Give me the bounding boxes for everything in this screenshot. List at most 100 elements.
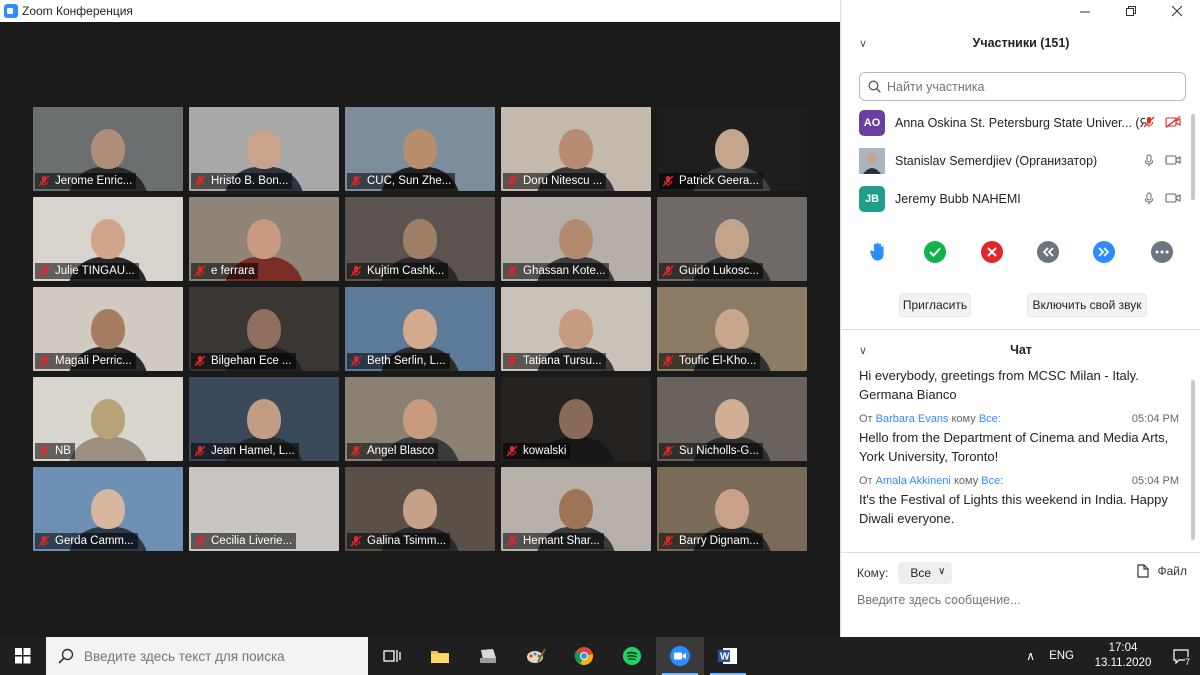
video-tile[interactable]: Bilgehan Ece ...: [189, 287, 339, 371]
video-tile[interactable]: Angel Blasco: [345, 377, 495, 461]
participant-name-label: Toufic El-Kho...: [659, 353, 761, 369]
video-tile[interactable]: Magali Perric...: [33, 287, 183, 371]
video-tile[interactable]: Kujtim Cashk...: [345, 197, 495, 281]
participant-video: [247, 219, 281, 259]
svg-text:W: W: [720, 652, 730, 663]
participant-video: [715, 219, 749, 259]
recipient-name[interactable]: Все:: [979, 413, 1001, 425]
video-tile[interactable]: Barry Dignam...: [657, 467, 807, 551]
restore-button[interactable]: [1108, 0, 1154, 22]
invite-button[interactable]: Пригласить: [899, 293, 971, 317]
scrollbar-thumb[interactable]: [1191, 114, 1195, 200]
yes-button[interactable]: [924, 241, 946, 263]
side-panel: ∨ Участники (151) AO Anna Oskina St. Pete…: [840, 0, 1200, 637]
to-label: кому: [951, 413, 976, 425]
video-tile[interactable]: Beth Serlin, L...: [345, 287, 495, 371]
minimize-button[interactable]: [1062, 0, 1108, 22]
file-explorer-button[interactable]: [416, 637, 464, 675]
muted-mic-icon: [662, 265, 674, 277]
participant-search-input[interactable]: [887, 79, 1177, 94]
participant-video: [715, 309, 749, 349]
clock-time: 17:04: [1108, 642, 1138, 654]
clock[interactable]: 17:04 13.11.2020: [1084, 641, 1162, 671]
zoom-taskbar-button[interactable]: [656, 637, 704, 675]
video-tile[interactable]: Guido Lukosc...: [657, 197, 807, 281]
no-button[interactable]: [981, 241, 1003, 263]
participant-name: Tatiana Tursu...: [523, 355, 602, 367]
participant-name: Hemant Shar...: [523, 535, 600, 547]
participant-name-label: kowalski: [503, 443, 571, 459]
video-tile[interactable]: kowalski: [501, 377, 651, 461]
chat-message-input[interactable]: [857, 590, 1177, 610]
video-tile[interactable]: Galina Tsimm...: [345, 467, 495, 551]
video-tile[interactable]: CUC, Sun Zhe...: [345, 107, 495, 191]
video-tile[interactable]: Ghassan Kote...: [501, 197, 651, 281]
video-tile[interactable]: Doru Nitescu ...: [501, 107, 651, 191]
video-tile[interactable]: Tatiana Tursu...: [501, 287, 651, 371]
word-button[interactable]: W: [704, 637, 752, 675]
video-tile[interactable]: Jean Hamel, L...: [189, 377, 339, 461]
unmute-self-button[interactable]: Включить свой звук: [1027, 293, 1147, 317]
video-tile[interactable]: NB: [33, 377, 183, 461]
recipient-value: Все: [910, 566, 932, 580]
video-tile[interactable]: Julie TINGAU...: [33, 197, 183, 281]
participant-name: e ferrara: [211, 265, 255, 277]
participant-list-scrollbar[interactable]: [1190, 104, 1196, 210]
video-tile[interactable]: Su Nicholls-G...: [657, 377, 807, 461]
recipient-select[interactable]: Все ∨: [898, 562, 953, 584]
video-tile[interactable]: Gerda Camm...: [33, 467, 183, 551]
more-reactions-button[interactable]: [1151, 241, 1173, 263]
scanner-app-button[interactable]: [464, 637, 512, 675]
raise-hand-button[interactable]: [867, 241, 889, 263]
participant-name: Guido Lukosc...: [679, 265, 759, 277]
muted-mic-icon: [350, 355, 362, 367]
collapse-participants-chevron-icon[interactable]: ∨: [859, 37, 867, 50]
participant-name: Bilgehan Ece ...: [211, 355, 292, 367]
chat-scrollbar[interactable]: [1190, 370, 1196, 548]
participant-name-label: Hemant Shar...: [503, 533, 604, 549]
start-button[interactable]: [0, 637, 46, 675]
chat-message: Hi everybody, greetings from MCSC Milan …: [859, 366, 1179, 404]
scrollbar-thumb[interactable]: [1191, 380, 1195, 540]
input-language[interactable]: ENG: [1049, 650, 1074, 662]
video-tile[interactable]: Jerome Enric...: [33, 107, 183, 191]
notification-count: 7: [1184, 657, 1190, 667]
to-label: кому: [953, 475, 979, 487]
participant-row[interactable]: JB Jeremy Bubb NAHEMI: [841, 180, 1189, 218]
task-view-button[interactable]: [368, 637, 416, 675]
show-hidden-icons-chevron-icon[interactable]: ∧: [1026, 649, 1035, 663]
participant-video: [91, 129, 125, 169]
file-button[interactable]: Файл: [1137, 564, 1187, 578]
file-icon: [1137, 564, 1150, 578]
participant-search[interactable]: [859, 72, 1186, 101]
notification-center-button[interactable]: 7: [1162, 637, 1200, 675]
participant-row[interactable]: AO Anna Oskina St. Petersburg State Unive…: [841, 104, 1189, 142]
paint-app-button[interactable]: [512, 637, 560, 675]
participant-video: [91, 309, 125, 349]
chrome-button[interactable]: [560, 637, 608, 675]
taskbar-search-input[interactable]: [84, 648, 344, 664]
video-tile[interactable]: Toufic El-Kho...: [657, 287, 807, 371]
video-tile[interactable]: Hristo B. Bon...: [189, 107, 339, 191]
video-tile[interactable]: e ferrara: [189, 197, 339, 281]
recipient-name[interactable]: Все:: [981, 475, 1003, 487]
video-tile[interactable]: Cecilia Liverie...: [189, 467, 339, 551]
spotify-button[interactable]: [608, 637, 656, 675]
go-faster-button[interactable]: [1093, 241, 1115, 263]
sender-name[interactable]: Barbara Evans: [876, 413, 949, 425]
taskbar-search[interactable]: [46, 637, 368, 675]
participant-row[interactable]: Stanislav Semerdjiev (Организатор): [841, 142, 1189, 180]
muted-mic-icon: [350, 535, 362, 547]
folder-icon: [431, 651, 449, 663]
video-tile[interactable]: Patrick Geera...: [657, 107, 807, 191]
video-tile[interactable]: Hemant Shar...: [501, 467, 651, 551]
go-slower-button[interactable]: [1037, 241, 1059, 263]
system-tray: ∧ ENG 17:04 13.11.2020 7: [1026, 637, 1200, 675]
search-icon: [868, 80, 881, 93]
muted-mic-icon: [662, 445, 674, 457]
chat-recipient-row: Кому: Все ∨ Файл: [857, 561, 1187, 585]
collapse-chat-chevron-icon[interactable]: ∨: [859, 344, 867, 357]
sender-name[interactable]: Amala Akkineni: [876, 475, 951, 487]
close-button[interactable]: [1154, 0, 1200, 22]
minimize-icon: [1079, 11, 1090, 12]
